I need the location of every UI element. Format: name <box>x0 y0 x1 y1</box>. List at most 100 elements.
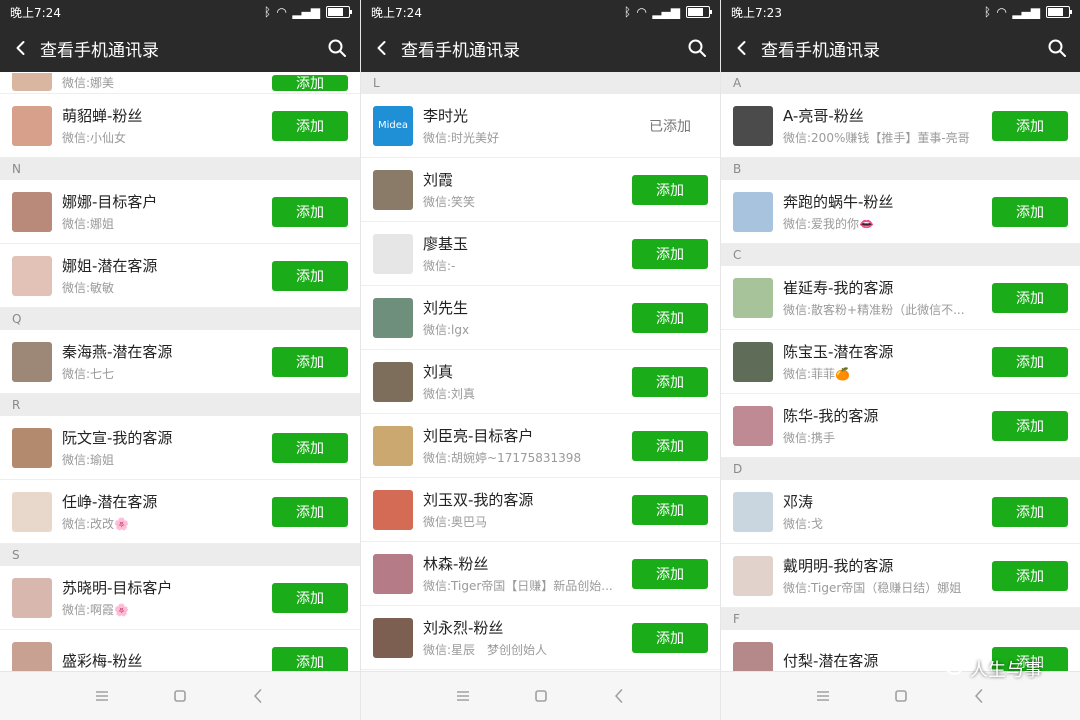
add-contact-button[interactable]: 添加 <box>632 494 708 525</box>
contact-texts: 陈宝玉-潜在客源 微信:菲菲🍊 <box>783 341 984 382</box>
add-contact-button[interactable]: 添加 <box>992 560 1068 591</box>
search-icon[interactable] <box>686 37 708 59</box>
contact-list: 微信:娜美 添加 萌貂蝉-粉丝 微信:小仙女 添加 N 娜娜-目标客户 微信:娜姐 添加 娜姐-潜… <box>0 72 360 672</box>
contact-texts: 刘玉双-我的客源 微信:奥巴马 <box>423 489 624 530</box>
add-contact-button[interactable]: 添加 <box>272 75 348 91</box>
add-contact-button[interactable]: 添加 <box>992 410 1068 441</box>
section-header: F <box>721 608 1080 630</box>
back-nav-icon[interactable] <box>248 686 268 706</box>
contact-wechat-id: 微信:Tiger帝国【日赚】新品创始... <box>423 579 613 593</box>
phone-panel: 晚上7:24 ᛒ ◜◝ ▂▄▆ 查看手机通讯录 L Midea 李时光 微信:时光美好 已添加 刘霞… <box>360 0 720 720</box>
contact-texts: 阮文宣-我的客源 微信:瑜姐 <box>62 427 264 468</box>
avatar: Midea <box>373 105 413 146</box>
signal-icon: ▂▄▆ <box>652 5 680 19</box>
contact-row: 刘永烈-粉丝 微信:星辰 梦创创始人 添加 <box>361 606 720 670</box>
add-contact-button[interactable]: 添加 <box>272 110 348 141</box>
contact-name: 邓涛 <box>783 493 814 511</box>
contact-texts: 刘臣亮-目标客户 微信:胡婉婷~17175831398 <box>423 425 624 466</box>
back-icon[interactable] <box>12 39 30 57</box>
contact-wechat-id: 微信:刘真 <box>423 387 476 401</box>
back-icon[interactable] <box>733 39 751 57</box>
title-bar: 查看手机通讯录 <box>721 24 1080 72</box>
contact-row: 刘真 微信:刘真 添加 <box>361 350 720 414</box>
add-contact-button[interactable]: 添加 <box>272 582 348 613</box>
contact-name: 刘霞 <box>423 171 454 189</box>
home-icon[interactable] <box>531 686 551 706</box>
contact-row: 邓涛 微信:戈 添加 <box>721 480 1080 544</box>
add-contact-button[interactable]: 添加 <box>272 496 348 527</box>
contact-name: 娜姐-潜在客源 <box>62 257 158 275</box>
contact-name: 秦海燕-潜在客源 <box>62 343 173 361</box>
avatar <box>733 491 773 532</box>
menu-icon[interactable] <box>453 686 473 706</box>
phone-panel: 晚上7:24 ᛒ ◜◝ ▂▄▆ 查看手机通讯录 微信:娜美 添加 萌貂蝉-粉丝 微信:小仙女 添加… <box>0 0 360 720</box>
add-contact-button[interactable]: 添加 <box>632 366 708 397</box>
contact-name: 任峥-潜在客源 <box>62 493 158 511</box>
add-contact-button[interactable]: 添加 <box>272 196 348 227</box>
home-icon[interactable] <box>170 686 190 706</box>
add-contact-button[interactable]: 添加 <box>992 196 1068 227</box>
add-contact-button[interactable]: 添加 <box>632 302 708 333</box>
avatar <box>12 491 52 532</box>
back-icon[interactable] <box>373 39 391 57</box>
add-contact-button[interactable]: 添加 <box>632 430 708 461</box>
section-header: Q <box>0 308 360 330</box>
status-bar: 晚上7:24 ᛒ ◜◝ ▂▄▆ <box>361 0 720 24</box>
add-contact-button[interactable]: 添加 <box>272 646 348 672</box>
contact-list: A A-亮哥-粉丝 微信:200%赚钱【推手】董事-亮哥 添加 B 奔跑的蜗牛-粉丝 微信:… <box>721 72 1080 672</box>
contact-texts: 苏晓明-目标客户 微信:啊霞🌸 <box>62 577 264 618</box>
add-contact-button[interactable]: 添加 <box>632 558 708 589</box>
contact-name: 李时光 <box>423 107 469 125</box>
contact-texts: 林森-粉丝微信:Tiger帝国【日赚】新品创始... <box>423 553 624 594</box>
back-nav-icon[interactable] <box>609 686 629 706</box>
add-contact-button[interactable]: 添加 <box>632 174 708 205</box>
contact-row: 刘臣亮-目标客户 微信:胡婉婷~17175831398 添加 <box>361 414 720 478</box>
add-contact-button[interactable]: 添加 <box>632 238 708 269</box>
menu-icon[interactable] <box>813 686 833 706</box>
contact-texts: 任峥-潜在客源 微信:改改🌸 <box>62 491 264 532</box>
add-contact-button[interactable]: 添加 <box>992 110 1068 141</box>
add-contact-button[interactable]: 添加 <box>992 346 1068 377</box>
search-icon[interactable] <box>326 37 348 59</box>
contact-wechat-id: 微信:奥巴马 <box>423 515 488 529</box>
contact-name: 林森-粉丝 <box>423 555 489 573</box>
add-contact-button[interactable]: 添加 <box>272 432 348 463</box>
avatar <box>12 427 52 468</box>
page-title: 查看手机通讯录 <box>401 40 520 61</box>
avatar <box>733 555 773 596</box>
contact-row: 盛彩梅-粉丝 添加 <box>0 630 360 672</box>
section-header: L <box>361 72 720 94</box>
avatar <box>12 255 52 296</box>
contact-texts: 刘真 微信:刘真 <box>423 361 624 402</box>
add-contact-button[interactable]: 添加 <box>272 260 348 291</box>
contact-list: L Midea 李时光 微信:时光美好 已添加 刘霞 微信:笑笑 添加 廖基玉 微信:- 添加 刘先生… <box>361 72 720 672</box>
contact-texts: 盛彩梅-粉丝 <box>62 650 264 673</box>
section-header: D <box>721 458 1080 480</box>
add-contact-button[interactable]: 添加 <box>272 346 348 377</box>
contact-row: 奔跑的蜗牛-粉丝 微信:爱我的你👄 添加 <box>721 180 1080 244</box>
section-header: R <box>0 394 360 416</box>
back-nav-icon[interactable] <box>969 686 989 706</box>
contact-wechat-id: 微信:时光美好 <box>423 131 500 145</box>
battery-icon <box>326 6 352 18</box>
add-contact-button[interactable]: 添加 <box>992 496 1068 527</box>
contact-row: 刘霞 微信:笑笑 添加 <box>361 158 720 222</box>
avatar <box>373 425 413 466</box>
avatar <box>733 405 773 446</box>
contact-row: 刘先生 微信:lgx 添加 <box>361 286 720 350</box>
battery-fill <box>1048 8 1064 16</box>
contact-name: 陈宝玉-潜在客源 <box>783 343 894 361</box>
contact-wechat-id: 微信:- <box>423 259 456 273</box>
contact-texts: 奔跑的蜗牛-粉丝 微信:爱我的你👄 <box>783 191 984 232</box>
add-contact-button[interactable]: 添加 <box>992 282 1068 313</box>
contact-wechat-id: 微信:星辰 梦创创始人 <box>423 643 548 657</box>
add-contact-button[interactable]: 添加 <box>632 622 708 653</box>
avatar <box>373 553 413 594</box>
menu-icon[interactable] <box>92 686 112 706</box>
home-icon[interactable] <box>891 686 911 706</box>
contact-name: 苏晓明-目标客户 <box>62 579 173 597</box>
search-icon[interactable] <box>1046 37 1068 59</box>
contact-wechat-id: 微信:散客粉+精准粉（此微信不... <box>783 303 965 317</box>
contact-row: 任峥-潜在客源 微信:改改🌸 添加 <box>0 480 360 544</box>
contact-wechat-id: 微信:lgx <box>423 323 470 337</box>
